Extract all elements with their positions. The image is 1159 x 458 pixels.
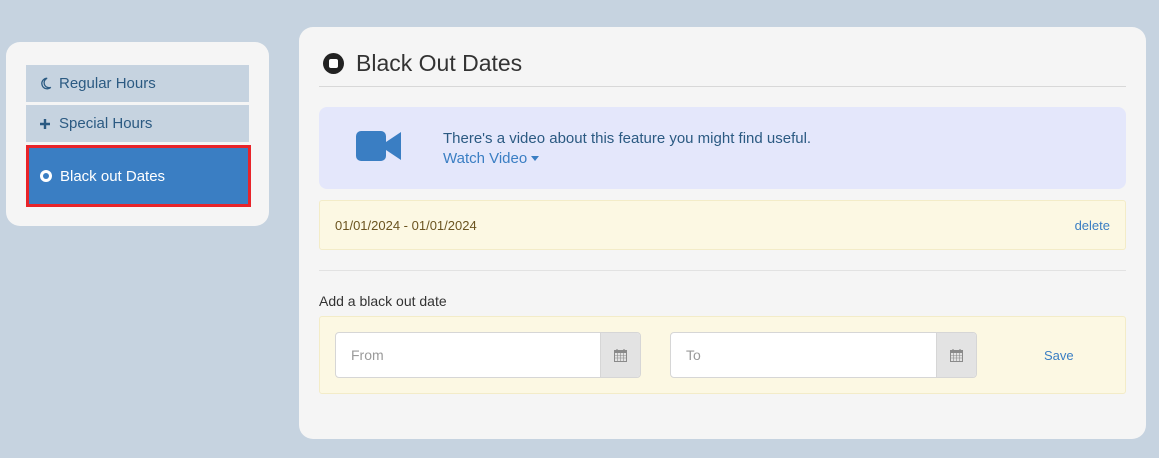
sidebar-item-regular-hours[interactable]: Regular Hours — [26, 65, 249, 102]
calendar-icon[interactable] — [936, 333, 976, 377]
add-blackout-form: Save — [319, 316, 1126, 394]
moon-icon — [38, 77, 52, 90]
save-button[interactable]: Save — [1044, 348, 1074, 363]
video-notice: There's a video about this feature you m… — [319, 107, 1126, 189]
plus-icon — [38, 118, 52, 130]
blackout-date-range: 01/01/2024 - 01/01/2024 — [335, 218, 477, 233]
video-camera-icon — [356, 128, 402, 169]
delete-link[interactable]: delete — [1075, 218, 1110, 233]
sidebar-item-label: Regular Hours — [59, 75, 156, 92]
watch-video-link[interactable]: Watch Video — [443, 150, 540, 167]
sidebar-item-special-hours[interactable]: Special Hours — [26, 105, 249, 142]
video-notice-text: There's a video about this feature you m… — [443, 130, 812, 147]
from-date-input[interactable] — [336, 333, 600, 377]
blackout-date-row: 01/01/2024 - 01/01/2024 delete — [319, 200, 1126, 250]
add-blackout-label: Add a black out date — [319, 293, 447, 309]
page-title: Black Out Dates — [356, 50, 523, 76]
to-date-input[interactable] — [671, 333, 936, 377]
sidebar: Regular Hours Special Hours Black out Da… — [6, 42, 269, 226]
stop-circle-icon — [323, 53, 344, 74]
calendar-icon[interactable] — [600, 333, 640, 377]
sidebar-item-black-out-dates[interactable]: Black out Dates — [26, 145, 251, 207]
page-header: Black Out Dates — [319, 47, 1126, 87]
divider — [319, 270, 1126, 271]
caret-down-icon — [531, 156, 540, 161]
watch-video-label: Watch Video — [443, 150, 528, 167]
sidebar-item-label: Black out Dates — [60, 167, 166, 185]
from-date-group — [335, 332, 641, 378]
sidebar-item-label: Special Hours — [59, 115, 153, 132]
to-date-group — [670, 332, 977, 378]
dot-circle-icon — [39, 170, 53, 182]
main-panel: Black Out Dates There's a video about th… — [299, 27, 1146, 439]
